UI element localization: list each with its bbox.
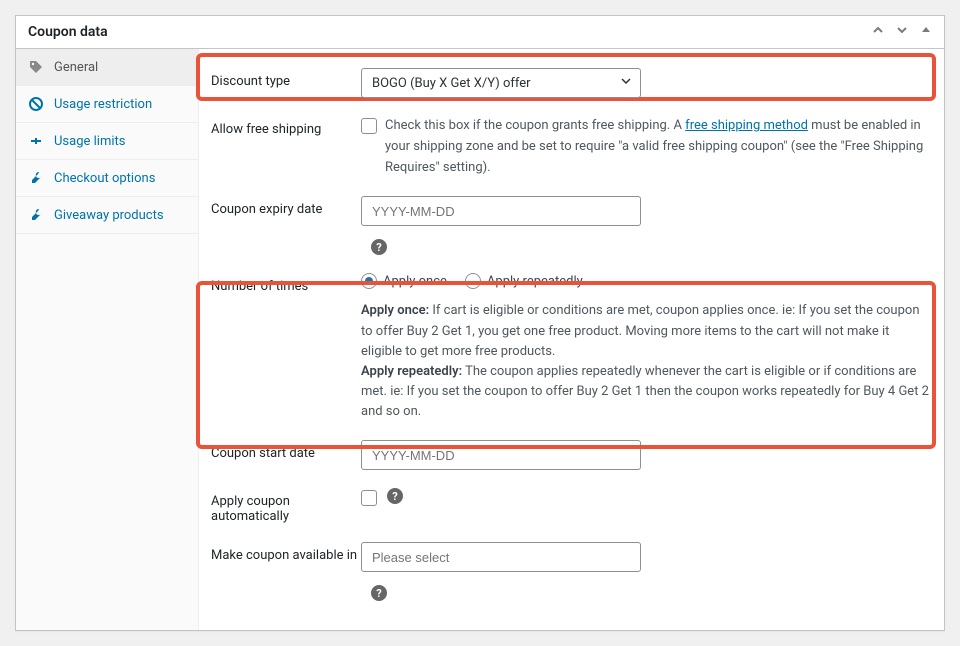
wrench-icon — [28, 207, 44, 223]
field-free-shipping: Allow free shipping Check this box if th… — [211, 107, 932, 187]
radio-apply-once[interactable]: Apply once — [361, 273, 447, 289]
tab-general[interactable]: General — [16, 49, 198, 86]
number-times-description: Apply once: If cart is eligible or condi… — [361, 301, 932, 422]
radio-circle-checked — [361, 273, 377, 289]
label-apply-auto: Apply coupon automatically — [211, 488, 361, 524]
panel-controls — [872, 24, 932, 40]
tab-usage-limits[interactable]: Usage limits — [16, 123, 198, 160]
tab-checkout-options[interactable]: Checkout options — [16, 160, 198, 197]
tab-label: General — [54, 60, 98, 75]
field-start-date: Coupon start date — [211, 431, 932, 479]
help-icon[interactable]: ? — [387, 488, 403, 504]
radio-circle — [465, 273, 481, 289]
field-available-in: Make coupon available in ? — [211, 533, 932, 610]
tab-label: Usage limits — [54, 134, 125, 149]
tab-label: Checkout options — [54, 171, 155, 186]
select-value: BOGO (Buy X Get X/Y) offer — [361, 68, 641, 98]
help-icon[interactable]: ? — [371, 239, 387, 255]
field-expiry-date: Coupon expiry date ? — [211, 187, 932, 264]
collapse-toggle-icon[interactable] — [920, 24, 932, 40]
radio-apply-repeatedly[interactable]: Apply repeatedly — [465, 273, 583, 289]
limits-icon — [28, 133, 44, 149]
ban-icon — [28, 96, 44, 112]
free-shipping-description: Check this box if the coupon grants free… — [385, 116, 932, 178]
field-number-times: Number of times Apply once Apply repeate… — [211, 264, 932, 431]
move-down-icon[interactable] — [896, 24, 908, 40]
label-number-times: Number of times — [211, 273, 361, 294]
expiry-date-input[interactable] — [361, 196, 641, 226]
tab-giveaway-products[interactable]: Giveaway products — [16, 197, 198, 234]
help-icon[interactable]: ? — [371, 585, 387, 601]
wrench-icon — [28, 170, 44, 186]
free-shipping-method-link[interactable]: free shipping method — [685, 118, 808, 133]
tab-label: Usage restriction — [54, 97, 152, 112]
available-in-select[interactable] — [361, 542, 641, 572]
discount-type-select[interactable]: BOGO (Buy X Get X/Y) offer — [361, 68, 641, 98]
panel-header: Coupon data — [16, 16, 944, 49]
label-available-in: Make coupon available in — [211, 542, 361, 563]
radio-label: Apply repeatedly — [487, 274, 583, 289]
free-shipping-checkbox[interactable] — [361, 118, 377, 134]
tag-icon — [28, 59, 44, 75]
label-free-shipping: Allow free shipping — [211, 116, 361, 137]
field-discount-type: Discount type BOGO (Buy X Get X/Y) offer — [211, 59, 932, 107]
label-expiry-date: Coupon expiry date — [211, 196, 361, 217]
tab-usage-restriction[interactable]: Usage restriction — [16, 86, 198, 123]
content-area: Discount type BOGO (Buy X Get X/Y) offer… — [199, 49, 944, 630]
apply-auto-checkbox[interactable] — [361, 490, 377, 506]
tabs-sidebar: General Usage restriction Usage limits C… — [16, 49, 199, 630]
panel-title: Coupon data — [28, 24, 108, 40]
radio-label: Apply once — [383, 274, 447, 289]
tab-label: Giveaway products — [54, 208, 164, 223]
field-apply-auto: Apply coupon automatically ? — [211, 479, 932, 533]
move-up-icon[interactable] — [872, 24, 884, 40]
label-discount-type: Discount type — [211, 68, 361, 89]
panel-body: General Usage restriction Usage limits C… — [16, 49, 944, 630]
coupon-data-panel: Coupon data General — [15, 15, 945, 631]
start-date-input[interactable] — [361, 440, 641, 470]
label-start-date: Coupon start date — [211, 440, 361, 461]
